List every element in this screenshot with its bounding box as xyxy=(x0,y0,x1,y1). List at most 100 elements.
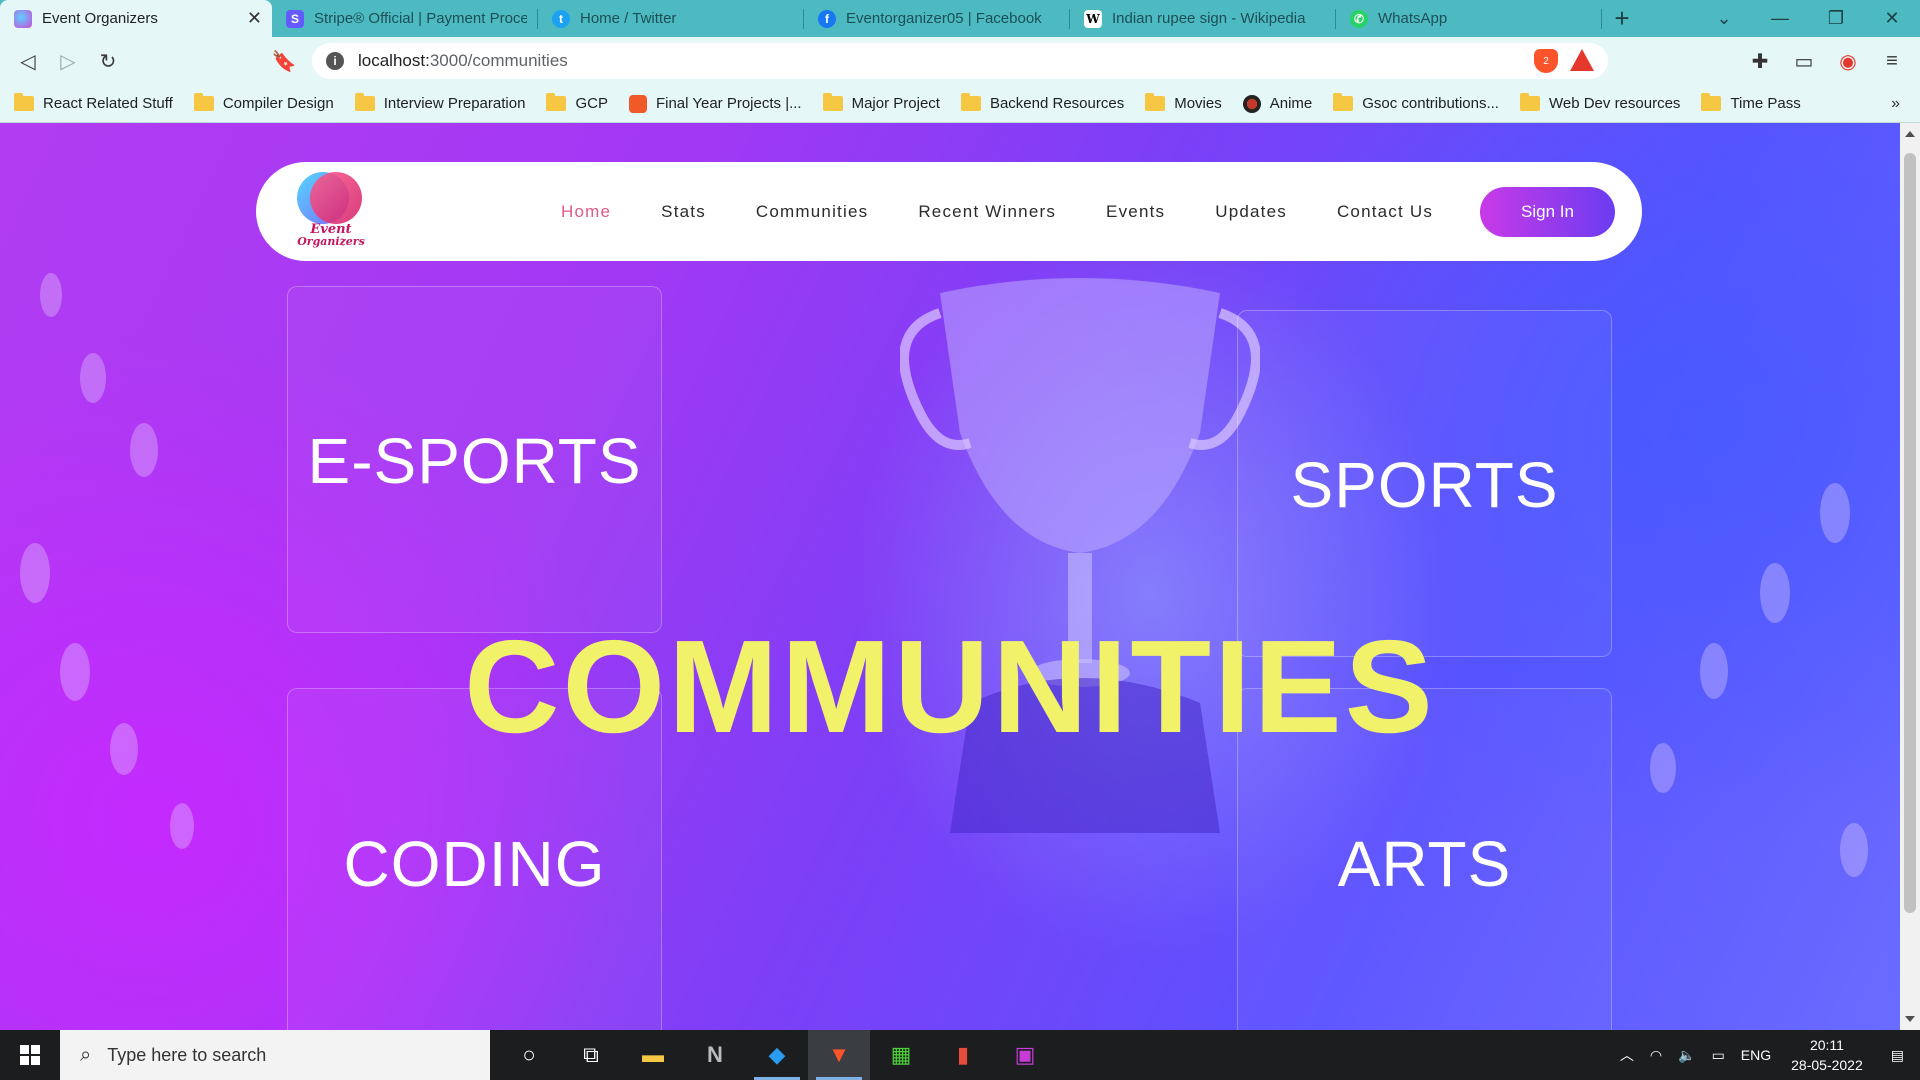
community-card-sports[interactable]: SPORTS xyxy=(1237,310,1612,657)
folder-icon xyxy=(1519,93,1540,111)
bokeh-light xyxy=(1820,483,1850,543)
bookmark-folder[interactable]: React Related Stuff xyxy=(14,93,173,112)
bookmark-folder[interactable]: Compiler Design xyxy=(193,93,334,112)
bookmark-label: Backend Resources xyxy=(989,95,1125,112)
scroll-up-arrow-icon[interactable] xyxy=(1905,131,1915,137)
bokeh-light xyxy=(80,353,106,403)
green-app-icon[interactable]: ▦ xyxy=(870,1030,932,1080)
profile-avatar-icon[interactable]: ◉ xyxy=(1830,41,1866,81)
bokeh-light xyxy=(40,273,62,317)
tab-title: Stripe® Official | Payment Proces xyxy=(314,10,527,27)
bookmark-folder[interactable]: Time Pass xyxy=(1701,93,1801,112)
bookmark-folder[interactable]: Gsoc contributions... xyxy=(1333,93,1499,112)
event-organizers-favicon-icon xyxy=(14,9,32,28)
folder-icon xyxy=(1333,93,1354,111)
bookmark-label: Time Pass xyxy=(1730,95,1801,112)
bookmark-link[interactable]: Final Year Projects |... xyxy=(628,94,802,113)
bookmark-page-icon[interactable]: 🔖 xyxy=(264,41,304,81)
forward-button[interactable]: ▷ xyxy=(48,41,88,81)
battery-icon[interactable]: ▭ xyxy=(1704,1047,1733,1064)
minimize-window-button[interactable]: — xyxy=(1752,0,1808,37)
bookmark-link[interactable]: Anime xyxy=(1242,94,1312,113)
tab-search-chevron-icon[interactable]: ⌄ xyxy=(1696,0,1752,37)
vscode-icon[interactable]: ◆ xyxy=(746,1030,808,1080)
intellij-icon[interactable]: ▣ xyxy=(994,1030,1056,1080)
brave-rewards-icon[interactable] xyxy=(1570,49,1594,71)
page-scrollbar[interactable] xyxy=(1900,123,1920,1030)
reload-button[interactable]: ↻ xyxy=(88,41,128,81)
nav-events[interactable]: Events xyxy=(1106,202,1165,222)
taskbar-search-box[interactable]: ⌕ Type here to search xyxy=(60,1030,490,1080)
nav-updates[interactable]: Updates xyxy=(1215,202,1287,222)
cortana-icon[interactable]: ○ xyxy=(498,1030,560,1080)
nav-stats[interactable]: Stats xyxy=(661,202,706,222)
nav-recent-winners[interactable]: Recent Winners xyxy=(918,202,1056,222)
back-button[interactable]: ◁ xyxy=(8,41,48,81)
volume-icon[interactable]: 🔈 xyxy=(1670,1047,1703,1064)
extensions-puzzle-icon[interactable]: ✚ xyxy=(1742,41,1778,81)
notifications-icon[interactable]: ▤ xyxy=(1875,1047,1920,1064)
system-tray: ︿ ◠ 🔈 ▭ ENG 20:11 28-05-2022 ▤ xyxy=(1612,1030,1920,1080)
browser-tabstrip: Event Organizers ✕ S Stripe® Official | … xyxy=(0,0,1920,37)
twitter-favicon-icon: t xyxy=(552,9,570,28)
show-hidden-icons-chevron-icon[interactable]: ︿ xyxy=(1612,1045,1642,1065)
taskbar-search-placeholder: Type here to search xyxy=(107,1044,267,1065)
tab-event-organizers[interactable]: Event Organizers ✕ xyxy=(0,0,272,37)
facebook-favicon-icon: f xyxy=(818,9,836,28)
wifi-icon[interactable]: ◠ xyxy=(1642,1047,1670,1064)
task-view-icon[interactable]: ⧉ xyxy=(560,1030,622,1080)
more-bookmarks-chevron-icon[interactable]: » xyxy=(1891,95,1900,113)
bookmark-folder[interactable]: Major Project xyxy=(822,93,940,112)
tab-title: Home / Twitter xyxy=(580,10,677,27)
language-indicator[interactable]: ENG xyxy=(1733,1047,1779,1063)
search-icon: ⌕ xyxy=(80,1043,92,1066)
tab-stripe[interactable]: S Stripe® Official | Payment Proces xyxy=(272,0,537,37)
clock-date: 28-05-2022 xyxy=(1791,1057,1863,1073)
scroll-down-arrow-icon[interactable] xyxy=(1905,1016,1915,1022)
site-info-icon[interactable]: i xyxy=(326,52,344,70)
wallet-icon[interactable]: ▭ xyxy=(1786,41,1822,81)
card-label: ARTS xyxy=(1337,828,1512,900)
tab-wikipedia[interactable]: W Indian rupee sign - Wikipedia xyxy=(1070,0,1335,37)
toolbar-right-actions: ✚ ▭ ◉ ≡ xyxy=(1742,41,1910,81)
clock[interactable]: 20:11 28-05-2022 xyxy=(1779,1035,1875,1075)
tab-whatsapp[interactable]: ✆ WhatsApp xyxy=(1336,0,1601,37)
bokeh-light xyxy=(1840,823,1868,877)
bokeh-light xyxy=(20,543,50,603)
nav-communities[interactable]: Communities xyxy=(756,202,868,222)
office-icon[interactable]: ▮ xyxy=(932,1030,994,1080)
bookmark-folder[interactable]: Backend Resources xyxy=(960,93,1125,112)
tab-twitter[interactable]: t Home / Twitter xyxy=(538,0,803,37)
community-card-esports[interactable]: E-SPORTS xyxy=(287,286,662,633)
scrollbar-thumb[interactable] xyxy=(1904,153,1916,913)
windows-taskbar: ⌕ Type here to search ○ ⧉ ▬ N ◆ ▼ ▦ ▮ ▣ … xyxy=(0,1030,1920,1080)
address-bar[interactable]: i localhost:3000/communities 2 xyxy=(312,43,1608,79)
bookmark-folder[interactable]: GCP xyxy=(546,93,608,112)
logo-text: Event Organizers xyxy=(292,223,370,248)
new-tab-button[interactable]: + xyxy=(1602,0,1642,37)
folder-icon xyxy=(546,93,567,111)
tab-facebook[interactable]: f Eventorganizer05 | Facebook xyxy=(804,0,1069,37)
bookmark-folder[interactable]: Movies xyxy=(1145,93,1222,112)
bookmark-folder[interactable]: Interview Preparation xyxy=(354,93,525,112)
close-window-button[interactable]: ✕ xyxy=(1864,0,1920,37)
bokeh-light xyxy=(130,423,158,477)
brave-browser-icon[interactable]: ▼ xyxy=(808,1030,870,1080)
close-tab-icon[interactable]: ✕ xyxy=(247,8,262,29)
folder-icon xyxy=(14,93,34,111)
notion-icon[interactable]: N xyxy=(684,1030,746,1080)
start-button[interactable] xyxy=(0,1030,60,1080)
bookmark-label: Web Dev resources xyxy=(1548,95,1681,112)
nav-contact-us[interactable]: Contact Us xyxy=(1337,202,1433,222)
bookmark-folder[interactable]: Web Dev resources xyxy=(1519,93,1681,112)
event-organizers-logo[interactable]: Event Organizers xyxy=(292,172,370,254)
restore-window-button[interactable]: ❐ xyxy=(1808,0,1864,37)
card-label: E-SPORTS xyxy=(307,425,642,497)
sign-in-button[interactable]: Sign In xyxy=(1480,187,1615,237)
bookmark-label: Gsoc contributions... xyxy=(1362,95,1499,112)
browser-menu-icon[interactable]: ≡ xyxy=(1874,41,1910,81)
nav-home[interactable]: Home xyxy=(561,202,611,222)
file-explorer-icon[interactable]: ▬ xyxy=(622,1030,684,1080)
brave-shields-icon[interactable]: 2 xyxy=(1534,49,1558,73)
folder-icon xyxy=(1145,93,1166,111)
